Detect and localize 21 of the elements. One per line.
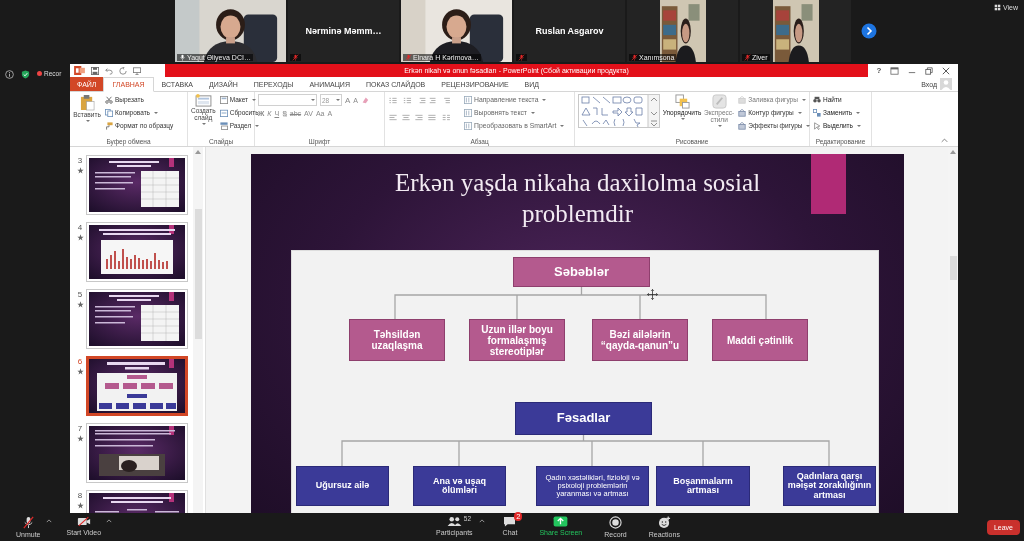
participant-name: Ruslan Asgarov xyxy=(535,26,604,36)
participant-name: Nərminə Məmm… xyxy=(305,26,382,36)
help-button[interactable]: ? xyxy=(876,66,882,75)
slide-number: 8 xyxy=(77,491,83,500)
font-size-button[interactable]: A xyxy=(345,95,351,105)
cause-box: Maddi çətinlik xyxy=(712,319,808,361)
cause-box: Bəzi ailələrin “qayda-qanun”u xyxy=(592,319,688,361)
slide-number: 3 xyxy=(77,156,83,165)
slide-number: 5 xyxy=(77,290,83,299)
causes-heading: Səbəblər xyxy=(513,257,650,287)
slide-number: 4 xyxy=(77,223,83,232)
effect-box: Boşanmaların artması xyxy=(656,466,750,506)
slide-title: Erkən yaşda nikaha daxilolma sosial problemdir xyxy=(393,168,762,229)
effect-box: Uğursuz ailə xyxy=(296,466,389,506)
slide-number: 7 xyxy=(77,424,83,433)
effect-box: Qadınlara qarşı məişət zorakılığının artması xyxy=(783,466,876,506)
effects-heading: Fəsadlar xyxy=(515,402,652,435)
cause-box: Təhsildən uzaqlaşma xyxy=(349,319,445,361)
slide-number: 6 xyxy=(77,357,83,366)
cause-box: Uzun illər boyu formalaşmış stereotiplər xyxy=(469,319,565,361)
effect-box: Ana və uşaq ölümləri xyxy=(413,466,506,506)
